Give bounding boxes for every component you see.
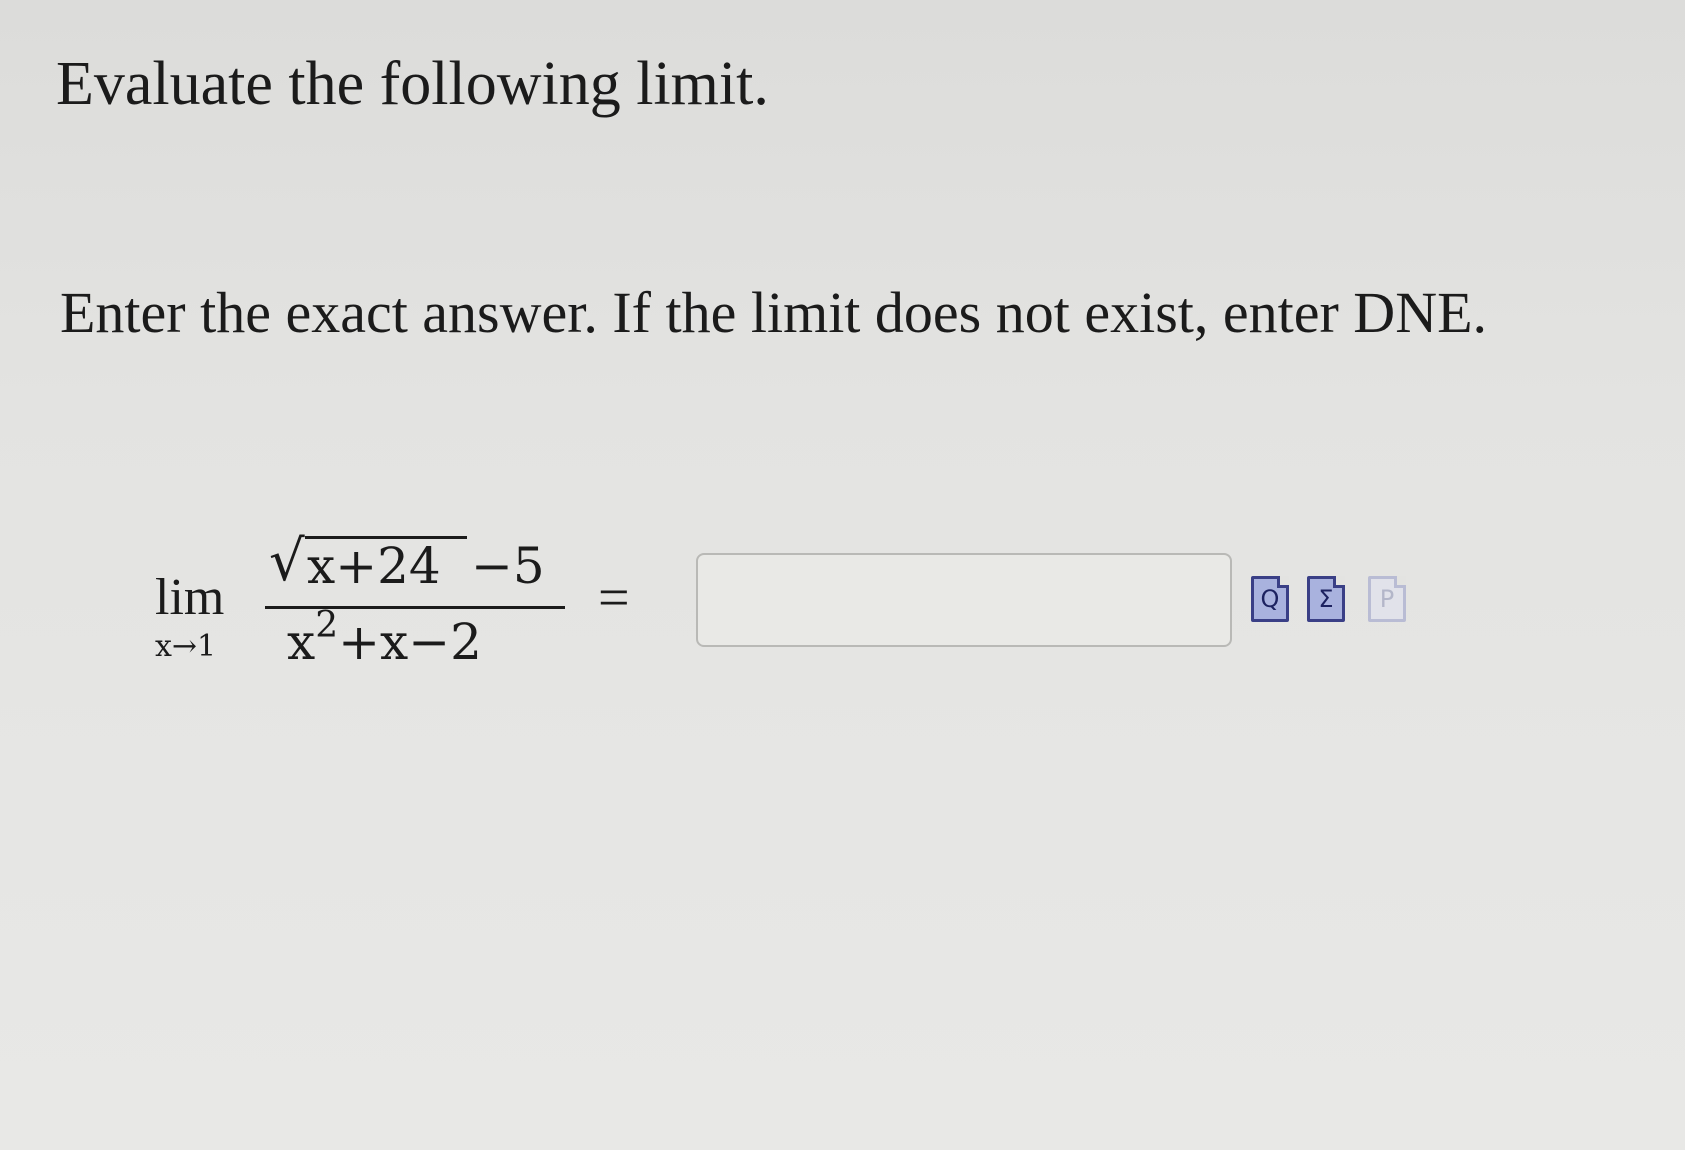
denominator: x2+x−2: [287, 608, 482, 672]
equation-editor-icon[interactable]: Σ: [1307, 576, 1345, 622]
question-title: Evaluate the following limit.: [56, 50, 769, 118]
denominator-tail: +x−2: [338, 613, 482, 671]
sqrt-icon: √: [269, 529, 305, 594]
lim-subscript: x→1: [155, 629, 217, 664]
radicand: x+24: [307, 537, 441, 595]
preview-icon[interactable]: Q: [1251, 576, 1289, 622]
palette-icon: P: [1368, 576, 1406, 622]
limit-expression: lim x→1 √ x+24 −5 x2+x−2: [155, 530, 655, 690]
denominator-exponent: 2: [315, 605, 339, 646]
question-instruction: Enter the exact answer. If the limit doe…: [60, 280, 1488, 345]
question-page: Evaluate the following limit. Enter the …: [0, 0, 1685, 1150]
denominator-base: x: [287, 613, 316, 671]
numerator-tail: −5: [471, 537, 545, 595]
lim-operator: lim: [155, 569, 225, 626]
fraction: √ x+24 −5 x2+x−2: [265, 530, 565, 690]
numerator: √ x+24 −5: [265, 530, 565, 602]
answer-input[interactable]: [696, 553, 1232, 647]
fraction-bar: [265, 606, 565, 609]
equals-sign: =: [598, 567, 630, 629]
